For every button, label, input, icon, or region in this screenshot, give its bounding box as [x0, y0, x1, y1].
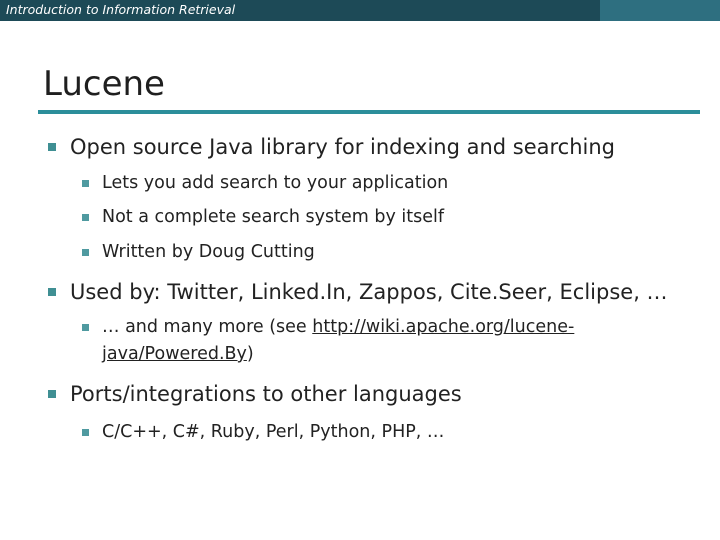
- sub-bullet-prefix: … and many more (see: [102, 317, 313, 337]
- slide-content: Open source Java library for indexing an…: [0, 0, 720, 540]
- sub-bullet-marker: [82, 214, 89, 221]
- sub-bullet-marker: [82, 180, 89, 187]
- sub-bullet-text: … and many more (see http://wiki.apache.…: [102, 317, 574, 337]
- sub-bullet-marker: [82, 324, 89, 331]
- bullet-text: Ports/integrations to other languages: [70, 382, 462, 406]
- bullet-marker: [48, 288, 56, 296]
- sub-bullet-text: Written by Doug Cutting: [102, 242, 315, 262]
- powered-by-link-line2[interactable]: java/Powered.By: [102, 344, 247, 364]
- sub-bullet-text-continued: java/Powered.By): [102, 344, 254, 364]
- bullet-text: Open source Java library for indexing an…: [70, 135, 616, 159]
- bullet-marker: [48, 390, 56, 398]
- bullet-marker: [48, 143, 56, 151]
- sub-bullet-marker: [82, 429, 89, 436]
- sub-bullet-text: Not a complete search system by itself: [102, 207, 444, 227]
- sub-bullet-text: C/C++, C#, Ruby, Perl, Python, PHP, …: [102, 422, 445, 442]
- sub-bullet-marker: [82, 249, 89, 256]
- sub-bullet-suffix: ): [246, 344, 254, 364]
- sub-bullet-text: Lets you add search to your application: [102, 173, 449, 193]
- powered-by-link-line1[interactable]: http://wiki.apache.org/lucene-: [312, 317, 574, 337]
- bullet-text: Used by: Twitter, Linked.In, Zappos, Cit…: [70, 280, 668, 304]
